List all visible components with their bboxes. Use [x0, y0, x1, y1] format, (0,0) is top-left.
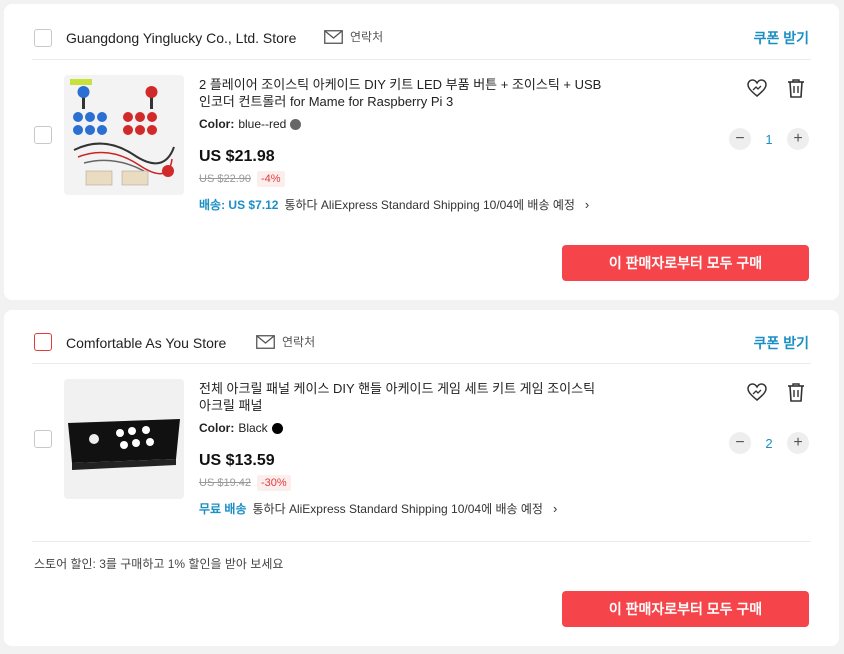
store-select-checkbox[interactable] — [34, 29, 52, 47]
quantity-value[interactable]: 2 — [765, 436, 772, 451]
get-coupon-link[interactable]: 쿠폰 받기 — [754, 333, 809, 353]
mail-icon — [256, 334, 275, 349]
product-image-acrylic-panel[interactable] — [64, 379, 184, 499]
minus-icon[interactable]: − — [729, 128, 751, 150]
plus-icon[interactable]: + — [786, 128, 809, 150]
original-price: US $19.42 — [199, 477, 251, 489]
shipping-info[interactable]: 배송: US $7.12 통하다 AliExpress Standard Shi… — [199, 196, 589, 213]
discount-badge: -4% — [256, 171, 285, 187]
price: US $13.59 — [199, 452, 275, 469]
divider — [32, 59, 811, 60]
divider — [32, 363, 811, 364]
sku-color[interactable]: Color: blue--red — [199, 117, 302, 131]
original-price: US $22.90 — [199, 173, 251, 185]
buy-all-from-seller-button[interactable]: 이 판매자로부터 모두 구매 — [562, 245, 809, 281]
store-header: Guangdong Yinglucky Co., Ltd. Store 연락처 … — [4, 4, 839, 60]
contact-link[interactable]: 연락처 — [256, 333, 315, 350]
price: US $21.98 — [199, 148, 275, 165]
color-value: blue--red — [238, 117, 287, 131]
heart-icon[interactable] — [746, 381, 768, 403]
item-select-checkbox[interactable] — [34, 430, 52, 448]
product-image-arcade-kit[interactable] — [64, 75, 184, 195]
product-title-line: 아크릴 패널 — [199, 398, 263, 413]
shipping-fee: 무료 배송 — [199, 502, 247, 516]
quantity-stepper: − 2 + — [729, 431, 809, 455]
shipping-method: 통하다 AliExpress Standard Shipping 10/04에 … — [252, 502, 543, 516]
color-swatch — [271, 422, 283, 434]
product-title[interactable]: 2 플레이어 조이스틱 아케이드 DIY 키트 LED 부품 버튼 + 조이스틱… — [199, 76, 669, 110]
trash-icon[interactable] — [785, 77, 807, 99]
quantity-stepper: − 1 + — [729, 127, 809, 151]
quantity-value[interactable]: 1 — [765, 132, 772, 147]
shipping-info[interactable]: 무료 배송 통하다 AliExpress Standard Shipping 1… — [199, 500, 557, 517]
product-title[interactable]: 전체 아크릴 패널 케이스 DIY 핸들 아케이드 게임 세트 키트 게임 조이… — [199, 380, 669, 414]
store-select-checkbox[interactable] — [34, 333, 52, 351]
heart-icon[interactable] — [746, 77, 768, 99]
mail-icon — [324, 29, 343, 44]
color-label: Color: — [199, 421, 235, 435]
discount-badge: -30% — [256, 475, 291, 491]
original-price-row: US $19.42 -30% — [199, 475, 291, 491]
chevron-right-icon[interactable]: › — [585, 197, 589, 212]
contact-label: 연락처 — [282, 335, 316, 349]
get-coupon-link[interactable]: 쿠폰 받기 — [754, 28, 809, 48]
original-price-row: US $22.90 -4% — [199, 171, 285, 187]
store-card: Guangdong Yinglucky Co., Ltd. Store 연락처 … — [4, 4, 839, 300]
product-title-line: 2 플레이어 조이스틱 아케이드 DIY 키트 LED 부품 버튼 + 조이스틱… — [199, 77, 602, 92]
store-promotion-text: 스토어 할인: 3를 구매하고 1% 할인을 받아 보세요 — [34, 557, 284, 571]
shipping-fee: 배송: US $7.12 — [199, 198, 279, 212]
store-name[interactable]: Comfortable As You Store — [66, 335, 226, 351]
trash-icon[interactable] — [785, 381, 807, 403]
store-header: Comfortable As You Store 연락처 쿠폰 받기 — [4, 310, 839, 366]
buy-all-from-seller-button[interactable]: 이 판매자로부터 모두 구매 — [562, 591, 809, 627]
plus-icon[interactable]: + — [786, 432, 809, 454]
color-swatch — [290, 118, 302, 130]
store-card: Comfortable As You Store 연락처 쿠폰 받기 전체 아크… — [4, 310, 839, 646]
product-title-line: 전체 아크릴 패널 케이스 DIY 핸들 아케이드 게임 세트 키트 게임 조이… — [199, 381, 596, 396]
shipping-method: 통하다 AliExpress Standard Shipping 10/04에 … — [284, 198, 575, 212]
color-value: Black — [238, 421, 268, 435]
color-label: Color: — [199, 117, 235, 131]
contact-link[interactable]: 연락처 — [324, 28, 383, 45]
minus-icon[interactable]: − — [729, 432, 751, 454]
divider — [32, 541, 811, 542]
contact-label: 연락처 — [350, 30, 384, 44]
item-select-checkbox[interactable] — [34, 126, 52, 144]
product-title-line: 인코더 컨트롤러 for Mame for Raspberry Pi 3 — [199, 94, 454, 109]
store-name[interactable]: Guangdong Yinglucky Co., Ltd. Store — [66, 30, 296, 46]
chevron-right-icon[interactable]: › — [553, 501, 557, 516]
sku-color[interactable]: Color: Black — [199, 421, 283, 435]
